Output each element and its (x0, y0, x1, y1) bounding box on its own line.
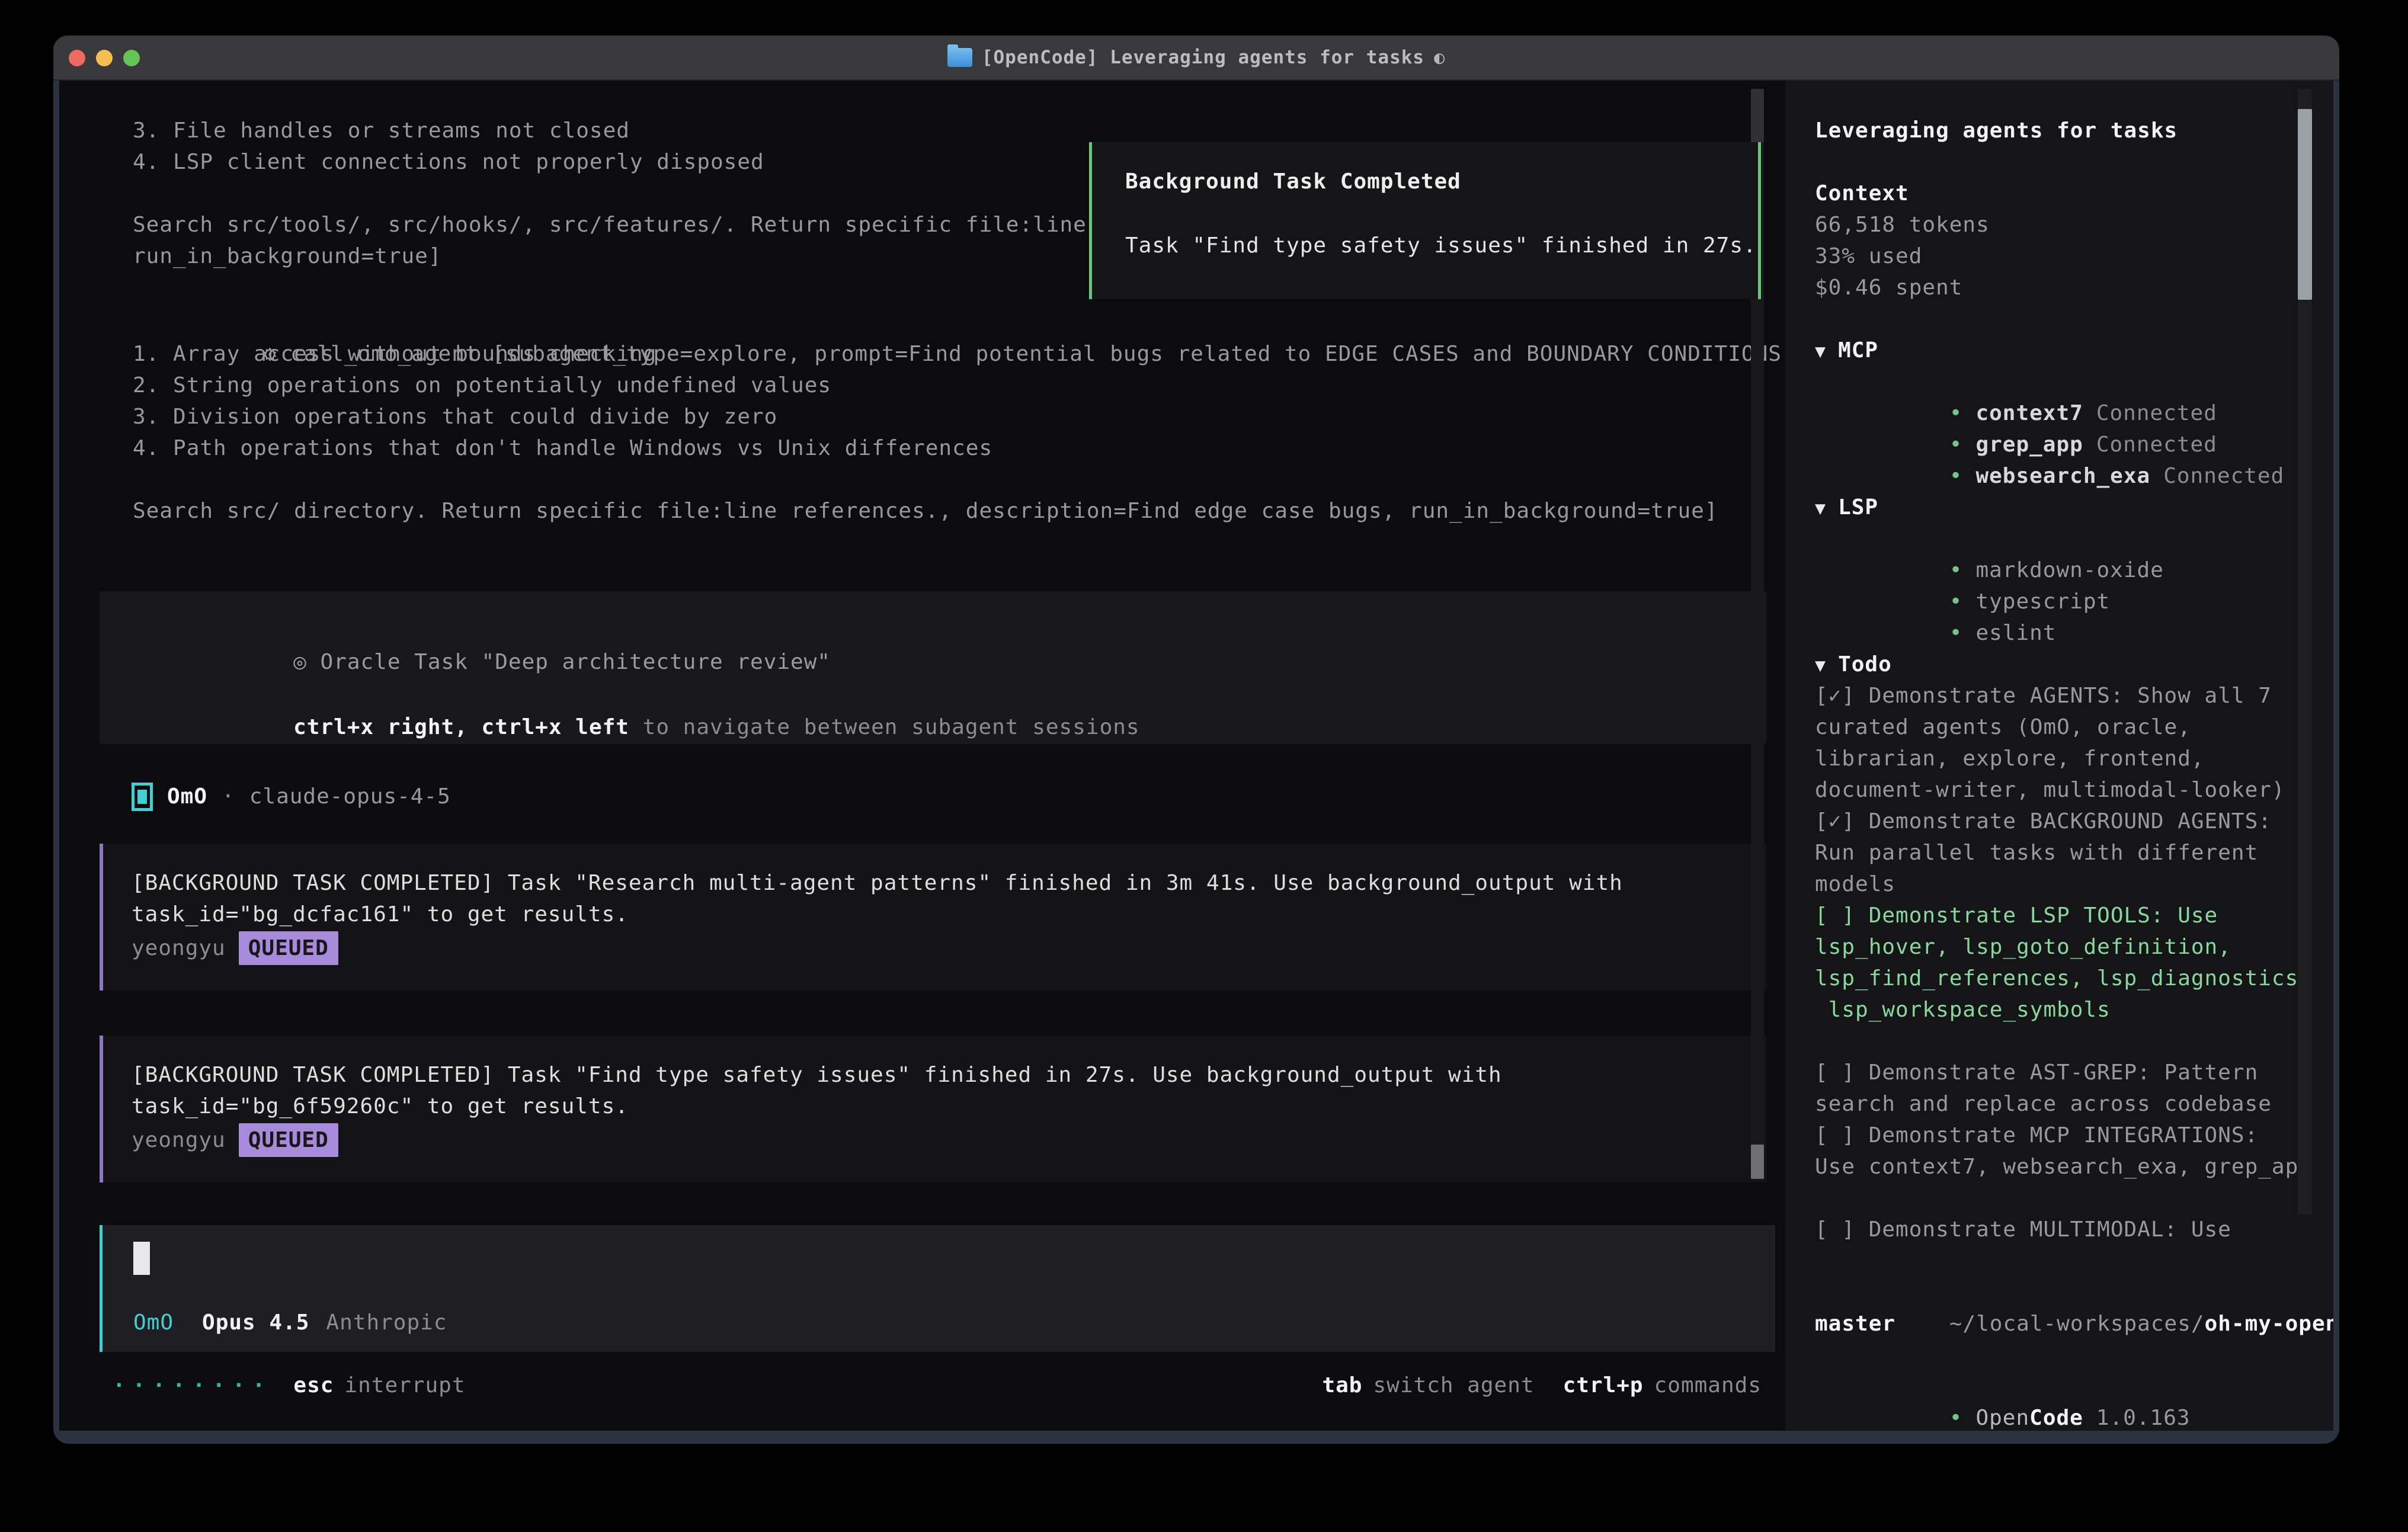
app-version: •OpenCode1.0.163 (1815, 1371, 2191, 1431)
agent-model: claude-opus-4-5 (249, 781, 451, 812)
tab-key-label: switch agent (1373, 1370, 1534, 1401)
text-cursor (133, 1242, 150, 1275)
active-model-label[interactable]: Opus 4.5 (202, 1307, 309, 1338)
active-agent-label: OmO (133, 1307, 174, 1338)
window-title-text: [OpenCode] Leveraging agents for tasks (982, 42, 1424, 73)
folder-icon (947, 48, 972, 67)
chat-scrollbar-thumb-top[interactable] (1751, 89, 1764, 142)
todo-section-header[interactable]: ▼Todo (1815, 649, 1892, 681)
agent-name: OmO (167, 781, 207, 812)
oracle-task-card: ◎ Oracle Task "Deep architecture review"… (100, 591, 1767, 744)
zoom-button[interactable] (123, 50, 140, 66)
window-titlebar: [OpenCode] Leveraging agents for tasks ◐ (53, 36, 2339, 81)
traffic-lights (69, 36, 140, 81)
context-header: Context (1815, 178, 1909, 209)
ctrlp-key-hint: ctrl+p (1563, 1370, 1644, 1401)
sidebar-scrollbar-thumb[interactable] (2298, 109, 2312, 300)
session-title: Leveraging agents for tasks (1815, 115, 2178, 146)
task-author: yeongyu (132, 932, 226, 964)
hint-key-1: ctrl+x right, (293, 715, 468, 739)
session-sidebar: Leveraging agents for tasks Context 66,5… (1785, 81, 2333, 1431)
context-tokens: 66,518 tokens (1815, 209, 1990, 241)
oracle-task-title: Oracle Task "Deep architecture review" (320, 650, 831, 674)
separator-dot: · (222, 781, 235, 812)
close-button[interactable] (69, 50, 85, 66)
ctrlp-key-label: commands (1654, 1370, 1762, 1401)
todo-pending-items: [ ] Demonstrate AST-GREP: Pattern search… (1815, 1057, 2312, 1182)
hint-key-2: ctrl+x left (482, 715, 629, 739)
screenshot-root: [OpenCode] Leveraging agents for tasks ◐… (0, 0, 2408, 1532)
task-message-line2: task_id="bg_6f59260c" to get results. (132, 1091, 629, 1122)
status-dot-icon: • (1949, 1406, 1963, 1430)
status-dot-icon: • (1949, 464, 1963, 488)
subagent-nav-hint: ctrl+x right, ctrl+x left to navigate be… (132, 680, 1140, 774)
mcp-item: •websearch_exaConnected (1815, 429, 2284, 523)
toast-notification: Background Task Completed Task "Find typ… (1089, 142, 1761, 299)
chat-scrollbar-thumb[interactable] (1751, 1145, 1764, 1179)
queued-badge: QUEUED (239, 931, 338, 965)
scrollback-text: 3. File handles or streams not closed 4.… (133, 115, 1087, 272)
record-icon: ◎ (293, 650, 307, 674)
provider-label: Anthropic (326, 1307, 447, 1338)
task-message-line1: [BACKGROUND TASK COMPLETED] Task "Find t… (132, 1059, 1502, 1091)
terminal-window: [OpenCode] Leveraging agents for tasks ◐… (53, 36, 2339, 1444)
esc-key-label: interrupt (344, 1370, 465, 1401)
queued-badge: QUEUED (239, 1123, 338, 1157)
esc-key-hint: esc (293, 1370, 334, 1401)
hint-text: to navigate between subagent sessions (643, 715, 1140, 739)
task-author: yeongyu (132, 1124, 226, 1156)
status-bar: ········ esc interrupt tab switch agent … (113, 1370, 1762, 1401)
tool-call-list: 1. Array access without bounds checking … (133, 338, 992, 464)
task-message-line1: [BACKGROUND TASK COMPLETED] Task "Resear… (132, 867, 1623, 899)
chevron-down-icon: ▼ (1815, 498, 1826, 519)
status-dot-icon: • (1949, 621, 1963, 645)
todo-done-items: [✓] Demonstrate AGENTS: Show all 7 curat… (1815, 680, 2285, 900)
chat-pane: 3. File handles or streams not closed 4.… (59, 81, 1785, 1431)
background-task-message: [BACKGROUND TASK COMPLETED] Task "Resear… (100, 844, 1767, 991)
spinner-dots: ········ (113, 1370, 272, 1401)
minimize-button[interactable] (96, 50, 113, 66)
prompt-input[interactable]: OmO Opus 4.5 Anthropic (100, 1225, 1775, 1352)
half-circle-status-icon: ◐ (1434, 42, 1445, 73)
todo-current-item: [ ] Demonstrate LSP TOOLS: Use lsp_hover… (1815, 900, 2312, 1025)
toast-title: Background Task Completed (1125, 166, 1461, 197)
toast-body: Task "Find type safety issues" finished … (1125, 230, 1757, 261)
agent-square-icon (132, 783, 153, 811)
tool-call-tail: Search src/ directory. Return specific f… (133, 495, 1718, 527)
chevron-down-icon: ▼ (1815, 655, 1826, 676)
tab-key-hint: tab (1322, 1370, 1362, 1401)
agent-response-header: OmO · claude-opus-4-5 (132, 781, 451, 812)
task-message-line2: task_id="bg_dcfac161" to get results. (132, 899, 629, 930)
context-used: 33% used (1815, 241, 1922, 272)
window-title: [OpenCode] Leveraging agents for tasks ◐ (947, 42, 1445, 73)
git-branch: master (1815, 1308, 1895, 1339)
todo-pending-items: [ ] Demonstrate MULTIMODAL: Use (1815, 1214, 2231, 1245)
context-spent: $0.46 spent (1815, 272, 1962, 303)
input-footer: OmO Opus 4.5 Anthropic (133, 1307, 447, 1338)
background-task-message: [BACKGROUND TASK COMPLETED] Task "Find t… (100, 1036, 1767, 1182)
mcp-section-header[interactable]: ▼MCP (1815, 335, 1878, 367)
sidebar-scrollbar-track[interactable] (2298, 89, 2312, 1214)
lsp-section-header[interactable]: ▼LSP (1815, 492, 1878, 524)
chevron-down-icon: ▼ (1815, 341, 1826, 362)
